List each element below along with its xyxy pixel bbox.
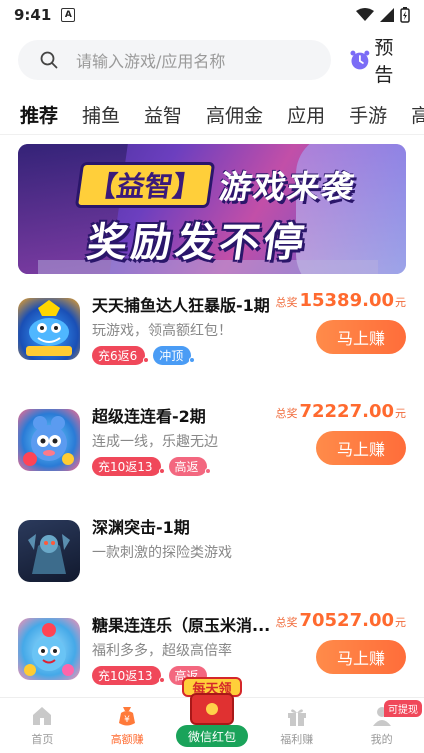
total-prize: 总奖 72227.00 元 xyxy=(275,401,406,422)
money-bag-icon: ¥ xyxy=(119,707,136,726)
notification-a-icon: A xyxy=(61,8,76,22)
alarm-clock-icon xyxy=(350,50,369,70)
category-tabs: 推荐 捕鱼 益智 高佣金 应用 手游 高 xyxy=(0,96,424,132)
rebate-tag: 充6返6 xyxy=(92,346,150,365)
search-input[interactable]: 请输入游戏/应用名称 xyxy=(18,40,331,80)
nav-welfare-earn[interactable]: 福利赚 xyxy=(254,698,339,753)
tabs-divider xyxy=(0,134,424,135)
game-title: 超级连连看-2期 xyxy=(92,407,206,426)
status-bar: 9:41 A xyxy=(0,0,424,30)
tab-high-commission[interactable]: 高佣金 xyxy=(206,101,263,128)
nav-welfare-earn-label: 福利赚 xyxy=(280,733,314,746)
prize-value: 15389.00 xyxy=(299,290,394,311)
status-icons xyxy=(356,7,410,23)
preview-label: 预告 xyxy=(374,37,394,86)
game-description: 一款刺激的探险类游戏 xyxy=(92,545,232,561)
nav-high-earn[interactable]: ¥ 高额赚 xyxy=(85,698,170,753)
earn-now-button[interactable]: 马上赚 xyxy=(316,320,406,354)
game-description: 玩游戏，领高额红包！ xyxy=(92,323,232,339)
game-icon xyxy=(18,618,80,680)
game-title: 天天捕鱼达人狂暴版-1期 xyxy=(92,296,270,315)
preview-button[interactable]: 预告 xyxy=(349,33,412,87)
ranking-tag: 冲顶 xyxy=(153,346,196,365)
search-placeholder: 请输入游戏/应用名称 xyxy=(76,52,226,71)
banner-headline: 【益智】 游戏来袭 xyxy=(74,162,359,208)
game-icon xyxy=(18,298,80,360)
tab-recommend[interactable]: 推荐 xyxy=(20,101,58,128)
nav-home-label: 首页 xyxy=(31,733,54,746)
nav-high-earn-label: 高额赚 xyxy=(110,733,144,746)
promo-banner[interactable]: 【益智】 游戏来袭 奖励发不停 xyxy=(18,144,406,274)
high-return-tag: 高返 xyxy=(168,457,211,476)
banner-title: 游戏来袭 xyxy=(217,168,359,206)
signal-icon xyxy=(380,8,394,22)
nav-home[interactable]: 首页 xyxy=(0,698,85,753)
status-time: 9:41 xyxy=(14,6,52,24)
tab-apps[interactable]: 应用 xyxy=(287,101,325,128)
banner-subtitle: 奖励发不停 xyxy=(84,220,311,266)
nav-mine[interactable]: 可提现 我的 xyxy=(339,698,424,753)
search-icon xyxy=(40,51,58,69)
game-icon xyxy=(18,520,80,582)
game-title: 深渊突击-1期 xyxy=(92,518,190,537)
tab-mobile-games[interactable]: 手游 xyxy=(349,101,387,128)
list-item[interactable]: 天天捕鱼达人狂暴版-1期 玩游戏，领高额红包！ 充6返6 冲顶 总奖 15389… xyxy=(18,290,406,392)
battery-icon xyxy=(400,7,410,23)
banner-tag: 【益智】 xyxy=(74,162,216,208)
earn-now-button[interactable]: 马上赚 xyxy=(316,640,406,674)
tab-fishing[interactable]: 捕鱼 xyxy=(82,101,120,128)
search-row: 请输入游戏/应用名称 预告 xyxy=(18,37,412,86)
game-tags: 充10返13 高返 xyxy=(92,457,211,476)
game-tags: 充6返6 冲顶 xyxy=(92,346,196,365)
withdraw-badge: 可提现 xyxy=(383,700,422,717)
earn-now-button[interactable]: 马上赚 xyxy=(316,431,406,465)
prize-value: 70527.00 xyxy=(299,610,394,631)
wifi-icon xyxy=(356,8,374,21)
prize-value: 72227.00 xyxy=(299,401,394,422)
game-title: 糖果连连乐（原玉米消... xyxy=(92,616,271,635)
rebate-tag: 充10返13 xyxy=(92,457,165,476)
tab-more[interactable]: 高 xyxy=(411,101,424,128)
total-prize: 总奖 70527.00 元 xyxy=(275,610,406,631)
game-description: 福利多多，超级高倍率 xyxy=(92,643,232,659)
gift-icon xyxy=(287,709,306,726)
list-item[interactable]: 超级连连看-2期 连成一线，乐趣无边 充10返13 高返 总奖 72227.00… xyxy=(18,401,406,503)
svg-text:¥: ¥ xyxy=(124,715,130,725)
nav-mine-label: 我的 xyxy=(370,733,393,746)
game-description: 连成一线，乐趣无边 xyxy=(92,434,218,450)
red-envelope-icon xyxy=(190,693,234,725)
tab-puzzle[interactable]: 益智 xyxy=(144,101,182,128)
total-prize: 总奖 15389.00 元 xyxy=(275,290,406,311)
home-icon xyxy=(33,707,52,725)
rebate-tag: 充10返13 xyxy=(92,666,165,685)
game-icon xyxy=(18,409,80,471)
list-item[interactable]: 深渊突击-1期 一款刺激的探险类游戏 xyxy=(18,514,406,614)
wechat-redpacket-label: 微信红包 xyxy=(176,725,248,747)
wechat-redpacket-button[interactable]: 每天领 微信红包 xyxy=(172,677,252,747)
